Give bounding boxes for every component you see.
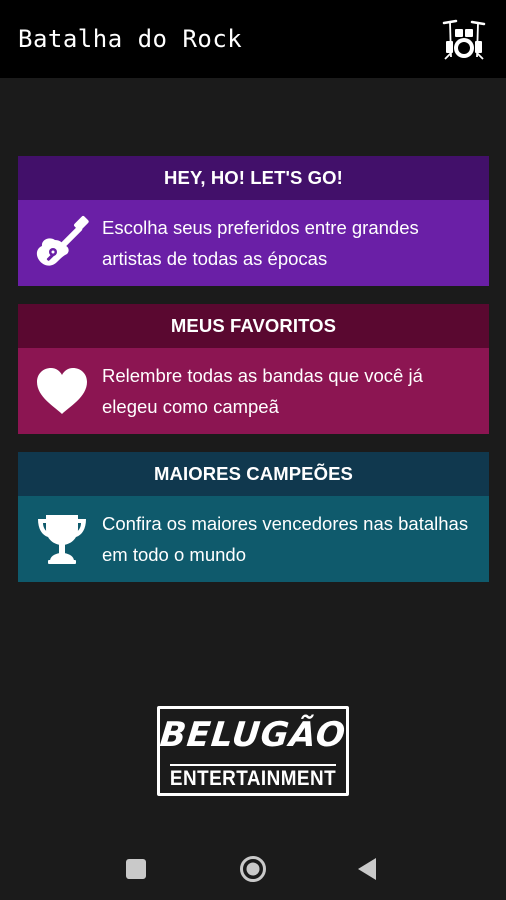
logo-top-text: BELUGÃO (158, 715, 348, 755)
triangle-back-icon[interactable] (356, 856, 378, 882)
card-title: MEUS FAVORITOS (18, 304, 489, 348)
system-navigation-bar (0, 840, 506, 900)
card-body: Confira os maiores vencedores nas batalh… (18, 496, 489, 582)
card-title: MAIORES CAMPEÕES (18, 452, 489, 496)
belugao-entertainment-logo: BELUGÃO ENTERTAINMENT (157, 706, 349, 796)
card-description: Escolha seus preferidos entre grandes ar… (102, 217, 419, 269)
drum-kit-icon[interactable] (442, 17, 486, 61)
card-maiores-campeoes[interactable]: MAIORES CAMPEÕES Confira os maiores venc… (18, 452, 489, 582)
logo-divider (170, 764, 336, 766)
trophy-icon (32, 509, 92, 569)
card-lets-go[interactable]: HEY, HO! LET'S GO! Escolha seus preferid… (18, 156, 489, 286)
logo-bottom-text: ENTERTAINMENT (169, 767, 337, 790)
guitar-icon (32, 213, 92, 273)
card-body: Escolha seus preferidos entre grandes ar… (18, 200, 489, 286)
card-description: Relembre todas as bandas que você já ele… (102, 365, 423, 417)
app-title: Batalha do Rock (18, 25, 243, 53)
card-description: Confira os maiores vencedores nas batalh… (102, 513, 469, 565)
square-recent-apps-icon[interactable] (126, 859, 146, 879)
card-body: Relembre todas as bandas que você já ele… (18, 348, 489, 434)
card-title: HEY, HO! LET'S GO! (18, 156, 489, 200)
circle-home-icon[interactable] (239, 855, 267, 883)
heart-icon (32, 361, 92, 421)
app-bar: Batalha do Rock (0, 0, 506, 78)
card-meus-favoritos[interactable]: MEUS FAVORITOS Relembre todas as bandas … (18, 304, 489, 434)
